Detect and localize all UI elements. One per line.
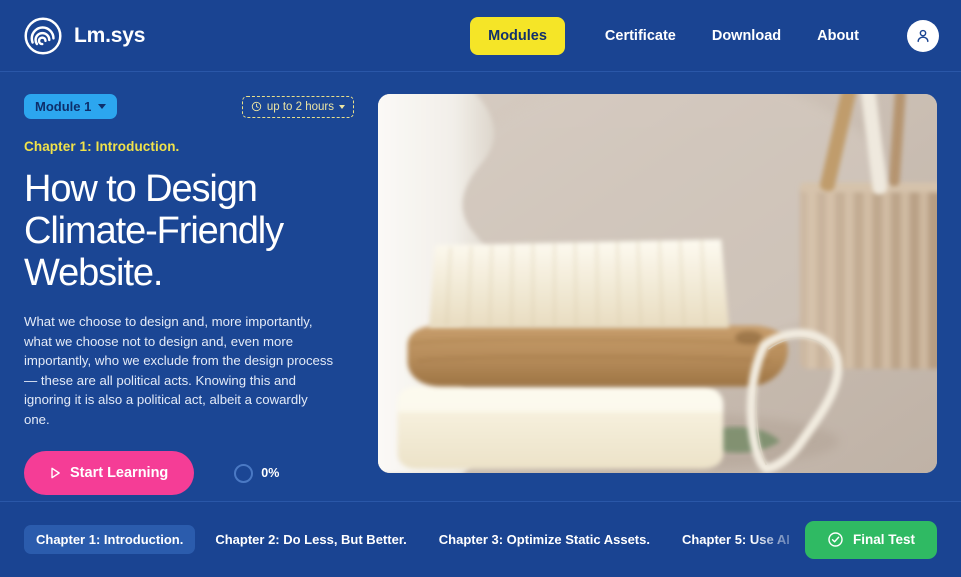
nav-item-download[interactable]: Download (694, 17, 799, 55)
progress-value: 0% (261, 466, 280, 480)
duration-selector[interactable]: up to 2 hours (241, 95, 354, 118)
hero-photo (378, 94, 937, 473)
spiral-logo-icon (24, 16, 62, 55)
course-description: What we choose to design and, more impor… (24, 314, 334, 427)
main-content: Module 1 up to 2 hours Chapter 1: Introd… (0, 72, 961, 501)
user-avatar-icon[interactable] (907, 19, 939, 52)
check-circle-icon (827, 531, 844, 548)
course-info-column: Module 1 up to 2 hours Chapter 1: Introd… (24, 94, 354, 501)
chevron-down-icon (339, 104, 345, 109)
clock-icon (251, 101, 262, 112)
main-nav: Modules Certificate Download About (470, 16, 939, 55)
hero-image (378, 94, 937, 473)
play-icon (50, 467, 61, 479)
chapter-eyebrow: Chapter 1: Introduction. (24, 139, 180, 154)
brand[interactable]: Lm.sys (24, 16, 146, 55)
chapter-item-3[interactable]: Chapter 3: Optimize Static Assets. (427, 525, 662, 554)
final-test-button[interactable]: Final Test (804, 520, 937, 559)
module-selector-label: Module 1 (35, 99, 92, 114)
progress-ring-icon (234, 463, 254, 483)
nav-item-certificate[interactable]: Certificate (587, 17, 694, 55)
nav-item-modules[interactable]: Modules (470, 16, 565, 55)
chevron-down-icon (98, 104, 107, 109)
start-learning-label: Start Learning (70, 465, 169, 481)
module-selector[interactable]: Module 1 (24, 94, 118, 119)
meta-row: Module 1 up to 2 hours (24, 94, 354, 119)
cta-row: Start Learning 0% (24, 451, 354, 495)
chapter-list[interactable]: Chapter 1: Introduction. Chapter 2: Do L… (24, 502, 791, 577)
page-title: How to Design Climate-Friendly Website. (24, 168, 284, 294)
nav-item-about[interactable]: About (799, 17, 877, 55)
brand-name: Lm.sys (74, 23, 146, 47)
chapter-item-1[interactable]: Chapter 1: Introduction. (24, 525, 196, 554)
chapter-navigation-bar: Chapter 1: Introduction. Chapter 2: Do L… (0, 501, 961, 577)
progress-indicator: 0% (234, 463, 280, 483)
chapter-item-5[interactable]: Chapter 5: Use AI (670, 525, 791, 554)
final-test-label: Final Test (852, 532, 915, 547)
duration-label: up to 2 hours (266, 100, 334, 113)
start-learning-button[interactable]: Start Learning (24, 451, 195, 495)
page-root: Lm.sys Modules Certificate Download Abou… (0, 0, 961, 577)
site-header: Lm.sys Modules Certificate Download Abou… (0, 0, 961, 72)
chapter-item-2[interactable]: Chapter 2: Do Less, But Better. (203, 525, 418, 554)
